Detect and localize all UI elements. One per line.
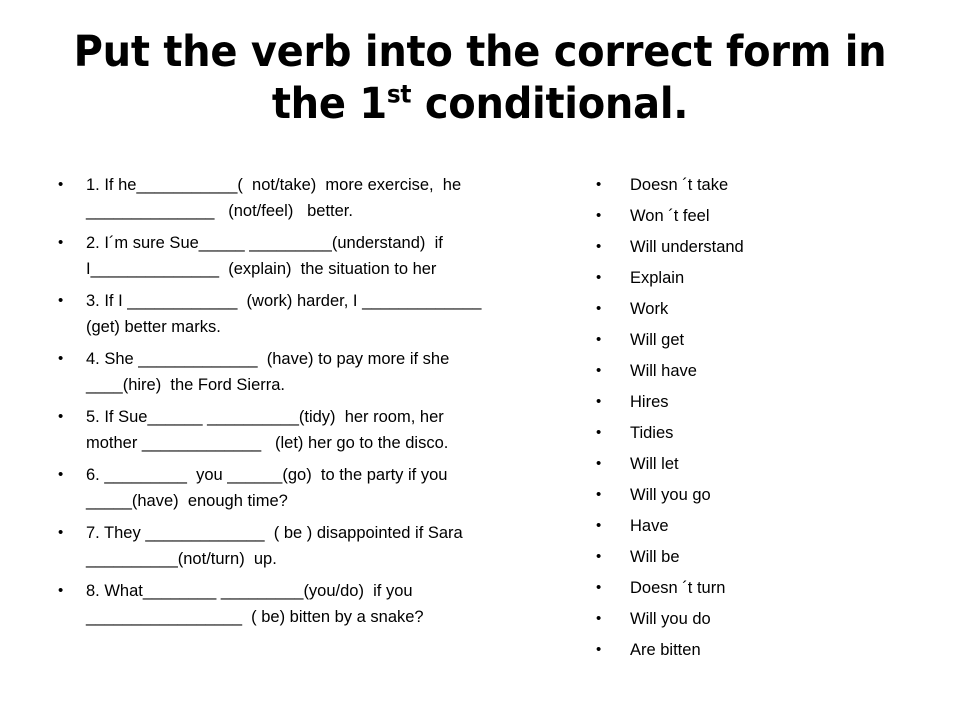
exercise-item-4: 4. She _____________ (have) to pay more … (86, 350, 450, 394)
bullet-icon (58, 346, 86, 372)
bullet-icon (596, 358, 630, 384)
answer-item-6: Will get (630, 331, 685, 349)
page-title: Put the verb into the correct form in th… (71, 26, 889, 130)
slide-canvas: Put the verb into the correct form in th… (0, 0, 960, 720)
answer-item-2: Won ´t feel (630, 207, 710, 225)
bullet-icon (596, 172, 630, 198)
list-item: Work (596, 296, 926, 322)
answer-item-5: Work (630, 300, 669, 318)
bullet-icon (596, 265, 630, 291)
list-item: Will let (596, 451, 926, 477)
bullet-icon (596, 296, 630, 322)
bullet-icon (58, 462, 86, 488)
exercise-item-8: 8. What________ _________(you/do) if you… (86, 582, 424, 626)
list-item: 1. If he___________( not/take) more exer… (58, 172, 558, 224)
list-item: Will get (596, 327, 926, 353)
exercise-item-2: 2. I´m sure Sue_____ _________(understan… (86, 234, 443, 278)
list-item: Will have (596, 358, 926, 384)
answer-item-3: Will understand (630, 238, 744, 256)
list-item: Will you go (596, 482, 926, 508)
list-item: Explain (596, 265, 926, 291)
list-item: 7. They _____________ ( be ) disappointe… (58, 520, 558, 572)
answer-item-15: Will you do (630, 610, 711, 628)
exercise-item-6: 6. _________ you ______(go) to the party… (86, 466, 448, 510)
bullet-icon (58, 172, 86, 198)
bullet-icon (596, 234, 630, 260)
bullet-icon (596, 389, 630, 415)
bullet-icon (596, 420, 630, 446)
title-line-2-suffix: conditional. (411, 79, 689, 129)
list-item: 3. If I ____________ (work) harder, I __… (58, 288, 558, 340)
bullet-icon (596, 575, 630, 601)
bullet-icon (596, 513, 630, 539)
answer-item-14: Doesn ´t turn (630, 579, 726, 597)
title-line-1: Put the verb into the correct form in (73, 27, 887, 77)
bullet-icon (58, 230, 86, 256)
answer-item-16: Are bitten (630, 641, 701, 659)
list-item: 2. I´m sure Sue_____ _________(understan… (58, 230, 558, 282)
answer-item-1: Doesn ´t take (630, 176, 729, 194)
exercise-list: 1. If he___________( not/take) more exer… (58, 172, 558, 636)
list-item: Doesn ´t turn (596, 575, 926, 601)
list-item: 4. She _____________ (have) to pay more … (58, 346, 558, 398)
bullet-icon (596, 203, 630, 229)
bullet-icon (596, 327, 630, 353)
exercise-item-3: 3. If I ____________ (work) harder, I __… (86, 292, 482, 336)
bullet-icon (596, 606, 630, 632)
list-item: Will be (596, 544, 926, 570)
exercise-item-7: 7. They _____________ ( be ) disappointe… (86, 524, 463, 568)
list-item: Will understand (596, 234, 926, 260)
list-item: Are bitten (596, 637, 926, 663)
list-item: Doesn ´t take (596, 172, 926, 198)
answer-item-4: Explain (630, 269, 685, 287)
exercise-item-5: 5. If Sue______ __________(tidy) her roo… (86, 408, 449, 452)
exercise-item-1: 1. If he___________( not/take) more exer… (86, 176, 462, 220)
bullet-icon (596, 544, 630, 570)
answer-item-10: Will let (630, 455, 679, 473)
bullet-icon (58, 288, 86, 314)
ordinal-suffix: st (386, 79, 412, 109)
answer-item-7: Will have (630, 362, 697, 380)
answer-item-11: Will you go (630, 486, 711, 504)
list-item: 8. What________ _________(you/do) if you… (58, 578, 558, 630)
list-item: Won ´t feel (596, 203, 926, 229)
list-item: Have (596, 513, 926, 539)
list-item: 6. _________ you ______(go) to the party… (58, 462, 558, 514)
bullet-icon (58, 578, 86, 604)
bullet-icon (596, 482, 630, 508)
title-line-2-prefix: the 1 (271, 79, 387, 129)
bullet-icon (58, 520, 86, 546)
list-item: Tidies (596, 420, 926, 446)
list-item: 5. If Sue______ __________(tidy) her roo… (58, 404, 558, 456)
list-item: Hires (596, 389, 926, 415)
answer-item-13: Will be (630, 548, 680, 566)
list-item: Will you do (596, 606, 926, 632)
bullet-icon (58, 404, 86, 430)
answer-item-12: Have (630, 517, 669, 535)
bullet-icon (596, 637, 630, 663)
answer-item-9: Tidies (630, 424, 674, 442)
bullet-icon (596, 451, 630, 477)
answer-list: Doesn ´t take Won ´t feel Will understan… (596, 172, 926, 668)
answer-item-8: Hires (630, 393, 669, 411)
